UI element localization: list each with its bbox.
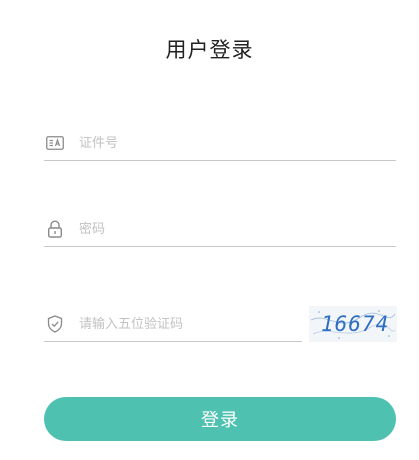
id-card-icon: [45, 133, 65, 153]
login-button[interactable]: 登录: [44, 397, 396, 441]
id-number-input[interactable]: [79, 133, 396, 153]
captcha-image[interactable]: 16674: [309, 306, 397, 342]
captcha-field[interactable]: [44, 307, 302, 342]
page-title: 用户登录: [165, 38, 254, 62]
id-number-field[interactable]: [44, 126, 396, 161]
login-page: 用户登录 证件号 请输入五位验证码 16674 登录: [0, 0, 419, 460]
shield-icon: [45, 314, 65, 334]
password-field[interactable]: [44, 212, 396, 247]
password-input[interactable]: [79, 219, 396, 239]
captcha-code: 16674: [321, 312, 390, 336]
captcha-input[interactable]: [79, 314, 302, 334]
lock-icon: [45, 219, 65, 239]
